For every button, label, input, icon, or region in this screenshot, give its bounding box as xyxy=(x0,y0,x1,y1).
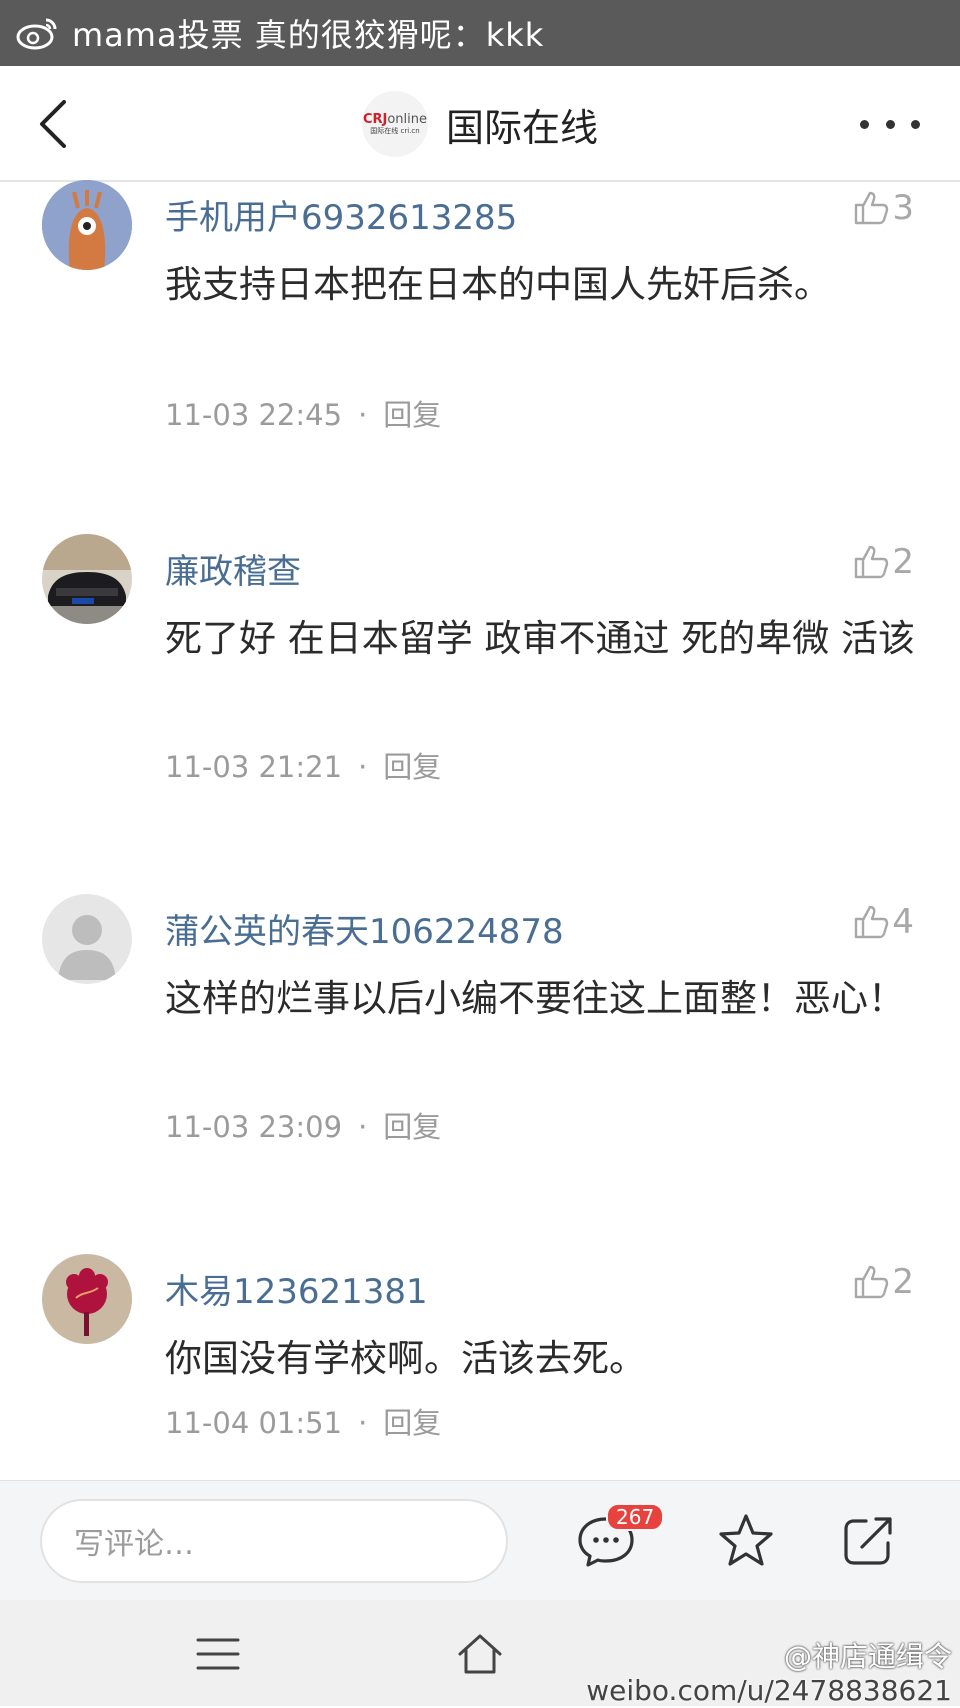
avatar[interactable] xyxy=(42,894,132,984)
comment-text: 死了好 在日本留学 政审不通过 死的卑微 活该 xyxy=(165,617,916,660)
like-button[interactable]: 4 xyxy=(852,902,914,942)
comment-username[interactable]: 蒲公英的春天106224878 xyxy=(165,904,564,953)
like-button[interactable]: 2 xyxy=(852,1262,914,1302)
comment-meta: 11-03 21:21 · 回复 xyxy=(165,744,441,786)
comment-time: 11-04 01:51 xyxy=(165,1406,343,1440)
comment-item: 廉政稽查 2 死了好 在日本留学 政审不通过 死的卑微 活该 11-03 21:… xyxy=(0,534,960,794)
like-count: 2 xyxy=(892,1262,914,1302)
avatar[interactable] xyxy=(42,180,132,270)
avatar-cartoon-icon xyxy=(42,180,132,270)
meta-separator: · xyxy=(358,1110,368,1144)
comment-username[interactable]: 廉政稽查 xyxy=(165,544,301,593)
meta-separator: · xyxy=(358,750,368,784)
logo-sub-text: 国际在线 cri.cn xyxy=(370,126,420,135)
comment-item: 手机用户6932613285 3 我支持日本把在日本的中国人先奸后杀。 11-0… xyxy=(0,180,960,440)
comment-bar: 写评论… 267 xyxy=(0,1480,960,1600)
reply-link[interactable]: 回复 xyxy=(383,398,441,432)
weibo-icon xyxy=(16,18,57,50)
avatar-car-photo-icon xyxy=(42,534,132,624)
weibo-status-bar: mama投票 真的很狡猾呢：kkk xyxy=(0,0,960,66)
comment-text: 这样的烂事以后小编不要往这上面整！恶心！ xyxy=(165,977,905,1020)
watermark-url: weibo.com/u/2478838621 xyxy=(586,1674,952,1707)
weibo-watermark: @神店通缉令 weibo.com/u/2478838621 xyxy=(586,1640,952,1708)
app-header: CRJonline 国际在线 cri.cn 国际在线 xyxy=(0,66,960,182)
watermark-name: @神店通缉令 xyxy=(783,1640,952,1673)
like-count: 4 xyxy=(892,902,914,942)
thumbs-up-icon xyxy=(855,1265,889,1299)
comment-text: 我支持日本把在日本的中国人先奸后杀。 xyxy=(165,263,831,306)
more-dot xyxy=(911,119,920,129)
comment-text: 你国没有学校啊。活该去死。 xyxy=(165,1337,646,1380)
status-text: mama投票 真的很狡猾呢：kkk xyxy=(72,16,545,54)
like-count: 2 xyxy=(892,542,914,582)
more-dot xyxy=(885,119,895,129)
comment-meta: 11-04 01:51 · 回复 xyxy=(165,1400,441,1442)
meta-separator: · xyxy=(358,1406,368,1440)
default-user-avatar-icon xyxy=(42,894,132,984)
reply-link[interactable]: 回复 xyxy=(383,1110,441,1144)
comment-username[interactable]: 手机用户6932613285 xyxy=(165,190,517,239)
page-title: 国际在线 xyxy=(445,105,598,150)
avatar[interactable] xyxy=(42,1254,132,1344)
thumbs-up-icon xyxy=(855,905,889,939)
thumbs-up-icon xyxy=(855,545,889,579)
menu-icon[interactable] xyxy=(192,1628,244,1680)
like-button[interactable]: 2 xyxy=(852,542,914,582)
reply-link[interactable]: 回复 xyxy=(383,750,441,784)
comment-input[interactable]: 写评论… xyxy=(40,1499,508,1583)
share-icon[interactable] xyxy=(836,1509,900,1573)
reply-link[interactable]: 回复 xyxy=(383,1406,441,1440)
like-button[interactable]: 3 xyxy=(852,188,914,228)
more-dot xyxy=(860,119,869,129)
cri-logo: CRJonline 国际在线 cri.cn xyxy=(361,91,428,157)
comment-item: 蒲公英的春天106224878 4 这样的烂事以后小编不要往这上面整！恶心！ 1… xyxy=(0,894,960,1154)
star-icon[interactable] xyxy=(714,1509,778,1573)
comment-meta: 11-03 23:09 · 回复 xyxy=(165,1104,441,1146)
comment-time: 11-03 23:09 xyxy=(165,1110,343,1144)
comment-time: 11-03 22:45 xyxy=(165,398,343,432)
meta-separator: · xyxy=(358,398,368,432)
avatar[interactable] xyxy=(42,534,132,624)
logo-crj-text: CRJ xyxy=(362,111,388,127)
avatar-flower-icon xyxy=(42,1254,132,1344)
comment-count-badge: 267 xyxy=(606,1503,665,1531)
comment-time: 11-03 21:21 xyxy=(165,750,343,784)
like-count: 3 xyxy=(892,188,914,228)
comment-meta: 11-03 22:45 · 回复 xyxy=(165,392,441,434)
comment-item: 木易123621381 2 你国没有学校啊。活该去死。 11-04 01:51 ·… xyxy=(0,1254,960,1454)
logo-online-text: online xyxy=(387,111,427,127)
thumbs-up-icon xyxy=(855,191,889,225)
home-icon[interactable] xyxy=(454,1628,506,1680)
header-center: CRJonline 国际在线 cri.cn 国际在线 xyxy=(0,66,960,182)
more-button[interactable] xyxy=(860,106,920,142)
comment-username[interactable]: 木易123621381 xyxy=(165,1264,428,1313)
